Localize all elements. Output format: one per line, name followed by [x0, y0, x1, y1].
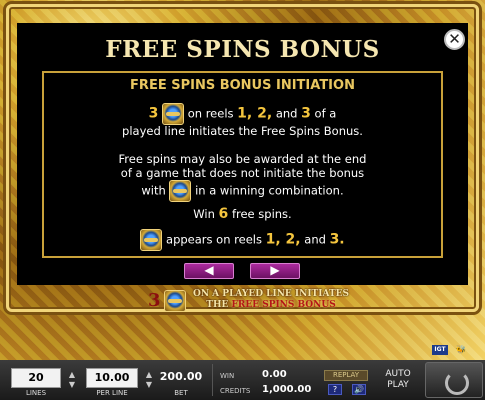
rule-line-2: played line initiates the Free Spins Bon…	[122, 124, 363, 138]
rule-line-4: of a game that does not initiate the bon…	[120, 166, 365, 180]
section-subtitle: FREE SPINS BONUS INITIATION	[130, 78, 355, 93]
scatter-symbol-icon	[162, 103, 185, 125]
reel-number: 3	[301, 105, 311, 122]
rule-line-3: Free spins may also be awarded at the en…	[118, 152, 367, 166]
scatter-symbol-icon	[140, 229, 163, 251]
autoplay-label-1: AUTO	[385, 369, 411, 379]
per-line-stepper[interactable]: ▲ ▼	[144, 370, 154, 392]
lines-value: 20	[11, 368, 61, 388]
banner-bonus-name: FREE SPINS BONUS	[231, 300, 336, 310]
credits-value: 1,000.00	[262, 384, 312, 395]
win-value: 0.00	[262, 369, 287, 380]
reel-numbers: 1, 2,	[237, 105, 273, 122]
reel-number: 3.	[329, 231, 345, 248]
banner-text: ON A PLAYED LINE INITIATES THE FREE SPIN…	[192, 289, 350, 311]
spin-button[interactable]	[425, 362, 483, 398]
rule-text: of a	[314, 106, 337, 121]
autoplay-label-2: PLAY	[387, 380, 409, 390]
lines-label: LINES	[25, 389, 47, 397]
rule-text: with	[141, 183, 166, 198]
game-studio-logo: 🐝	[456, 345, 466, 354]
rule-line-7: appears on reels 1, 2, and 3.	[0, 229, 485, 251]
rule-text: Win	[193, 207, 215, 221]
help-button[interactable]: ?	[328, 384, 342, 395]
close-button[interactable]: ✕	[444, 29, 465, 50]
prev-page-button[interactable]: ◀	[184, 263, 234, 279]
sound-button[interactable]: 🔊	[352, 384, 366, 395]
bet-label: BET	[174, 389, 188, 397]
symbol-count: 3	[148, 105, 159, 122]
rule-line-1: 3 on reels 1, 2, and 3 of a	[0, 103, 485, 125]
autoplay-button[interactable]: AUTO PLAY	[376, 369, 420, 395]
banner-count: 3	[148, 290, 161, 311]
banner-line-2: THE FREE SPINS BONUS	[192, 300, 350, 311]
next-page-button[interactable]: ▶	[250, 263, 300, 279]
bet-value: 200.00	[159, 370, 203, 383]
rule-line-6: Win 6 free spins.	[0, 207, 485, 221]
igt-logo: IGT	[432, 345, 448, 355]
free-spins-count: 6	[218, 206, 229, 222]
rule-text: appears on reels	[166, 232, 262, 247]
scatter-symbol-icon	[169, 180, 192, 202]
rule-text: and	[275, 106, 298, 121]
replay-button[interactable]: REPLAY	[324, 370, 368, 381]
scatter-symbol-icon	[164, 290, 186, 312]
per-line-value: 10.00	[86, 368, 138, 388]
banner-the: THE	[206, 300, 229, 310]
rule-text: and	[304, 232, 326, 247]
per-line-label: PER LINE	[96, 389, 128, 397]
divider	[212, 364, 213, 396]
rule-line-5: with in a winning combination.	[0, 180, 485, 202]
lines-stepper[interactable]: ▲ ▼	[67, 370, 77, 392]
bonus-banner: 3 ON A PLAYED LINE INITIATES THE FREE SP…	[140, 288, 350, 315]
banner-line-1: ON A PLAYED LINE INITIATES	[192, 289, 350, 299]
credits-label: CREDITS	[220, 387, 251, 395]
reel-numbers: 1, 2,	[265, 231, 301, 248]
rule-text: free spins.	[231, 207, 292, 221]
win-label: WIN	[220, 372, 235, 380]
rule-text: on reels	[187, 106, 234, 121]
page-title: FREE SPINS BONUS	[105, 36, 380, 63]
rule-text: in a winning combination.	[195, 183, 344, 198]
